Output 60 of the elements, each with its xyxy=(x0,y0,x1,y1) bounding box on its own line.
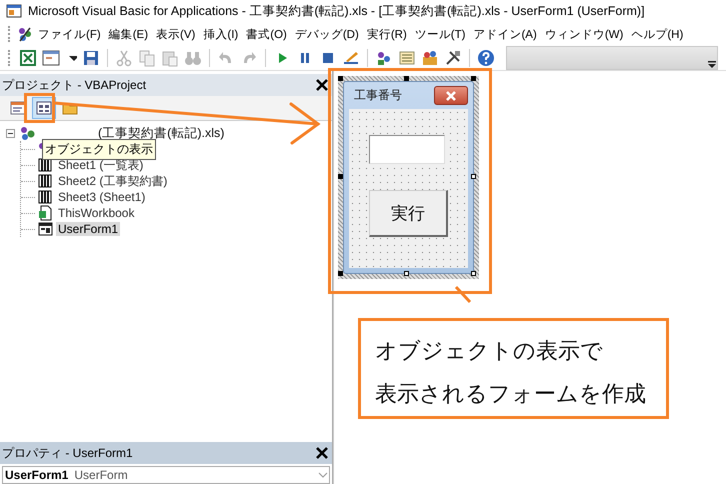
close-icon[interactable] xyxy=(315,78,329,92)
excel-icon[interactable] xyxy=(19,49,37,67)
form-close-button[interactable] xyxy=(434,86,468,105)
text-box[interactable] xyxy=(368,135,444,164)
object-dropdown[interactable]: UserForm1 UserForm xyxy=(2,466,330,484)
leader-line xyxy=(454,286,472,304)
resize-handle[interactable] xyxy=(471,76,476,81)
help-icon[interactable] xyxy=(477,49,495,67)
tree-item[interactable]: ThisWorkbook xyxy=(56,206,136,220)
close-icon xyxy=(445,90,457,100)
menu-item[interactable]: 挿入(I) xyxy=(199,24,242,44)
run-button[interactable]: 実行 xyxy=(369,190,448,237)
object-browser-icon[interactable] xyxy=(421,49,439,67)
callout-text: オブジェクトの表示で xyxy=(375,337,604,365)
pane-title: プロパティ - UserForm1 xyxy=(2,444,133,462)
sheet-icon xyxy=(38,189,53,205)
save-icon[interactable] xyxy=(82,49,100,67)
chevron-icon xyxy=(317,470,329,480)
menu-item[interactable]: 編集(E) xyxy=(104,24,152,44)
menu-item[interactable]: ウィンドウ(W) xyxy=(540,24,628,44)
app-icon xyxy=(6,3,22,19)
highlight-box xyxy=(24,93,55,123)
window-title: Microsoft Visual Basic for Applications - 工事契約書(転記).xls - [工事契約書(転記).xls - UserForm1 (UserForm)] xyxy=(28,2,645,20)
menu-item[interactable]: アドイン(A) xyxy=(469,24,541,44)
tree-item[interactable]: Sheet3 (Sheet1) xyxy=(56,190,148,204)
resize-handle[interactable] xyxy=(471,174,476,179)
menu-item[interactable]: 実行(R) xyxy=(362,24,411,44)
resize-handle[interactable] xyxy=(338,76,343,81)
design-mode-icon[interactable] xyxy=(342,49,360,67)
form-icon[interactable] xyxy=(42,49,60,67)
vba-icon xyxy=(16,25,34,43)
menu-item[interactable]: 書式(O) xyxy=(242,24,291,44)
toolbox-icon[interactable] xyxy=(444,49,462,67)
toolbar-options-icon[interactable] xyxy=(707,59,717,69)
menu-item[interactable]: デバッグ(D) xyxy=(290,24,363,44)
tree-item[interactable]: UserForm1 xyxy=(56,222,120,236)
form-icon xyxy=(38,221,53,237)
code-view-icon xyxy=(10,100,26,116)
resize-handle[interactable] xyxy=(404,271,409,276)
tooltip: オブジェクトの表示 xyxy=(42,139,156,160)
resize-handle[interactable] xyxy=(404,76,409,81)
object-view-icon xyxy=(36,100,52,116)
resize-handle[interactable] xyxy=(338,174,343,179)
menu-item[interactable]: ヘルプ(H) xyxy=(627,24,688,44)
properties-icon[interactable] xyxy=(398,49,416,67)
tree-item[interactable]: Sheet2 (工事契約書) xyxy=(56,172,170,190)
sheet-icon xyxy=(38,157,53,173)
menu-item[interactable]: ファイル(F) xyxy=(34,24,105,44)
resize-handle[interactable] xyxy=(338,271,343,276)
callout-text: 表示されるフォームを作成 xyxy=(375,380,647,408)
workbook-icon xyxy=(38,205,53,221)
collapse-icon[interactable] xyxy=(6,128,15,138)
project-explorer-icon[interactable] xyxy=(375,49,393,67)
close-icon[interactable] xyxy=(315,446,329,460)
pane-title: プロジェクト - VBAProject xyxy=(2,76,146,94)
resize-handle[interactable] xyxy=(471,271,476,276)
form-caption: 工事番号 xyxy=(354,87,402,104)
menu-item[interactable]: 表示(V) xyxy=(152,24,200,44)
menu-item[interactable]: ツール(T) xyxy=(410,24,470,44)
sheet-icon xyxy=(38,173,53,189)
